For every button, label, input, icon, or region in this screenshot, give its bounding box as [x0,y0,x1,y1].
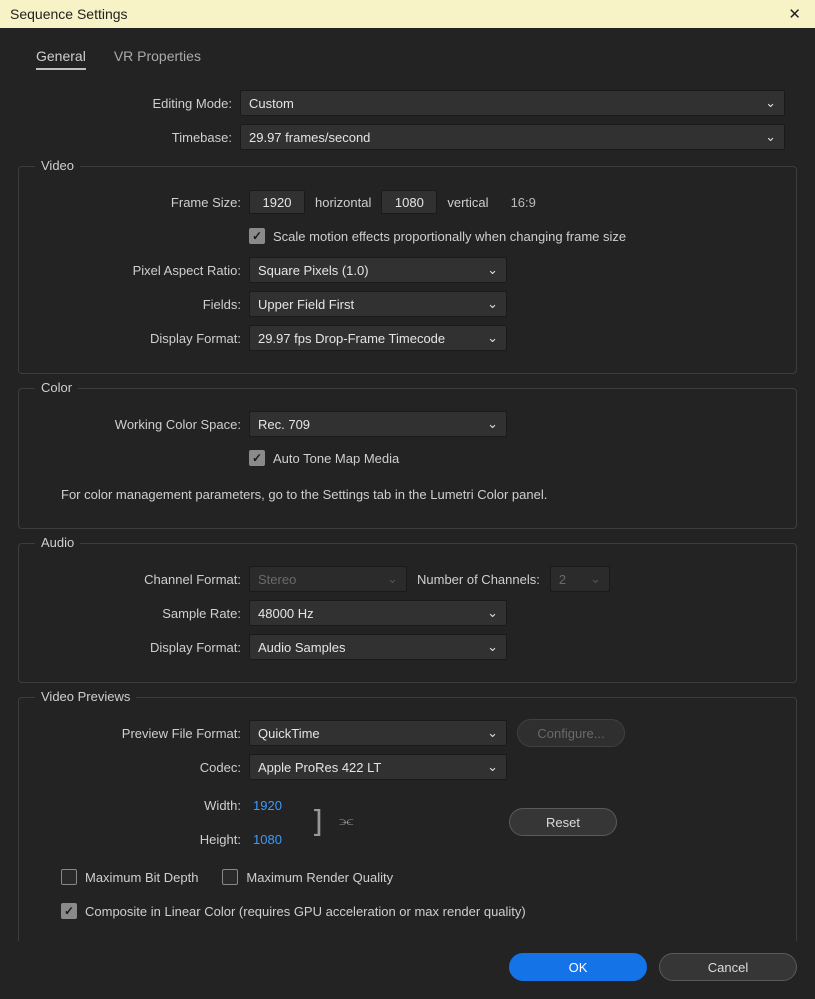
link-icon[interactable]: ⫘ [339,813,353,831]
tab-vr-properties[interactable]: VR Properties [114,48,201,70]
chevron-down-icon: ⌄ [765,95,776,111]
cancel-button[interactable]: Cancel [659,953,797,981]
num-channels-dropdown: 2 ⌄ [550,566,610,592]
tab-general[interactable]: General [36,48,86,70]
chevron-down-icon: ⌄ [765,129,776,145]
audio-dispfmt-dropdown[interactable]: Audio Samples ⌄ [249,634,507,660]
preview-height-value[interactable]: 1080 [253,832,282,847]
sample-rate-label: Sample Rate: [27,606,249,621]
video-section: Video Frame Size: horizontal vertical 16… [18,166,797,374]
ok-button[interactable]: OK [509,953,647,981]
max-bit-depth-label: Maximum Bit Depth [85,870,198,885]
channel-fmt-label: Channel Format: [27,572,249,587]
par-dropdown[interactable]: Square Pixels (1.0) ⌄ [249,257,507,283]
video-legend: Video [35,158,80,173]
preview-filefmt-dropdown[interactable]: QuickTime ⌄ [249,720,507,746]
timebase-label: Timebase: [18,130,240,145]
timebase-dropdown[interactable]: 29.97 frames/second ⌄ [240,124,785,150]
editing-mode-value: Custom [249,96,294,111]
chevron-down-icon: ⌄ [487,639,498,655]
preview-height-label: Height: [27,832,249,847]
chevron-down-icon: ⌄ [487,296,498,312]
preview-filefmt-label: Preview File Format: [27,726,249,741]
previews-legend: Video Previews [35,689,136,704]
chevron-down-icon: ⌄ [387,571,398,587]
max-render-quality-label: Maximum Render Quality [246,870,393,885]
frame-aspect: 16:9 [511,195,536,210]
num-channels-value: 2 [559,572,566,587]
chevron-down-icon: ⌄ [590,571,601,587]
chevron-down-icon: ⌄ [487,330,498,346]
chevron-down-icon: ⌄ [487,262,498,278]
chevron-down-icon: ⌄ [487,605,498,621]
video-dispfmt-label: Display Format: [27,331,249,346]
codec-dropdown[interactable]: Apple ProRes 422 LT ⌄ [249,754,507,780]
content-area: General VR Properties Editing Mode: Cust… [0,28,815,941]
previews-section: Video Previews Preview File Format: Quic… [18,697,797,941]
codec-label: Codec: [27,760,249,775]
tab-bar: General VR Properties [18,38,797,84]
color-section: Color Working Color Space: Rec. 709 ⌄ Au… [18,388,797,529]
max-render-quality-checkbox[interactable]: Maximum Render Quality [222,869,393,885]
frame-height-input[interactable] [381,190,437,214]
scale-motion-label: Scale motion effects proportionally when… [273,229,626,244]
codec-value: Apple ProRes 422 LT [258,760,381,775]
audio-legend: Audio [35,535,80,550]
video-dispfmt-value: 29.97 fps Drop-Frame Timecode [258,331,445,346]
video-dispfmt-dropdown[interactable]: 29.97 fps Drop-Frame Timecode ⌄ [249,325,507,351]
link-dimensions: ] ⫘ [309,805,509,840]
scale-motion-checkbox[interactable]: Scale motion effects proportionally when… [249,228,626,244]
max-bit-depth-checkbox[interactable]: Maximum Bit Depth [61,869,198,885]
frame-width-input[interactable] [249,190,305,214]
channel-fmt-dropdown: Stereo ⌄ [249,566,407,592]
color-hint: For color management parameters, go to t… [27,477,788,512]
auto-tonemap-checkbox[interactable]: Auto Tone Map Media [249,450,399,466]
audio-dispfmt-label: Display Format: [27,640,249,655]
color-legend: Color [35,380,78,395]
channel-fmt-value: Stereo [258,572,296,587]
par-value: Square Pixels (1.0) [258,263,369,278]
audio-dispfmt-value: Audio Samples [258,640,345,655]
color-space-dropdown[interactable]: Rec. 709 ⌄ [249,411,507,437]
sample-rate-value: 48000 Hz [258,606,314,621]
chevron-down-icon: ⌄ [487,759,498,775]
chevron-down-icon: ⌄ [487,416,498,432]
frame-width-unit: horizontal [315,195,371,210]
close-icon[interactable]: ✕ [784,5,805,23]
titlebar: Sequence Settings ✕ [0,0,815,28]
chevron-down-icon: ⌄ [487,725,498,741]
composite-linear-checkbox[interactable]: Composite in Linear Color (requires GPU … [61,903,526,919]
fields-label: Fields: [27,297,249,312]
color-space-value: Rec. 709 [258,417,310,432]
color-space-label: Working Color Space: [27,417,249,432]
fields-dropdown[interactable]: Upper Field First ⌄ [249,291,507,317]
preview-width-label: Width: [27,798,249,813]
frame-size-label: Frame Size: [27,195,249,210]
window-title: Sequence Settings [10,6,128,22]
fields-value: Upper Field First [258,297,354,312]
configure-button: Configure... [517,719,625,747]
dialog-footer: OK Cancel [0,941,815,999]
num-channels-label: Number of Channels: [417,572,540,587]
timebase-value: 29.97 frames/second [249,130,370,145]
frame-height-unit: vertical [447,195,488,210]
preview-filefmt-value: QuickTime [258,726,320,741]
composite-linear-label: Composite in Linear Color (requires GPU … [85,904,526,919]
auto-tonemap-label: Auto Tone Map Media [273,451,399,466]
par-label: Pixel Aspect Ratio: [27,263,249,278]
reset-button[interactable]: Reset [509,808,617,836]
sample-rate-dropdown[interactable]: 48000 Hz ⌄ [249,600,507,626]
preview-width-value[interactable]: 1920 [253,798,282,813]
editing-mode-label: Editing Mode: [18,96,240,111]
editing-mode-dropdown[interactable]: Custom ⌄ [240,90,785,116]
audio-section: Audio Channel Format: Stereo ⌄ Number of… [18,543,797,683]
